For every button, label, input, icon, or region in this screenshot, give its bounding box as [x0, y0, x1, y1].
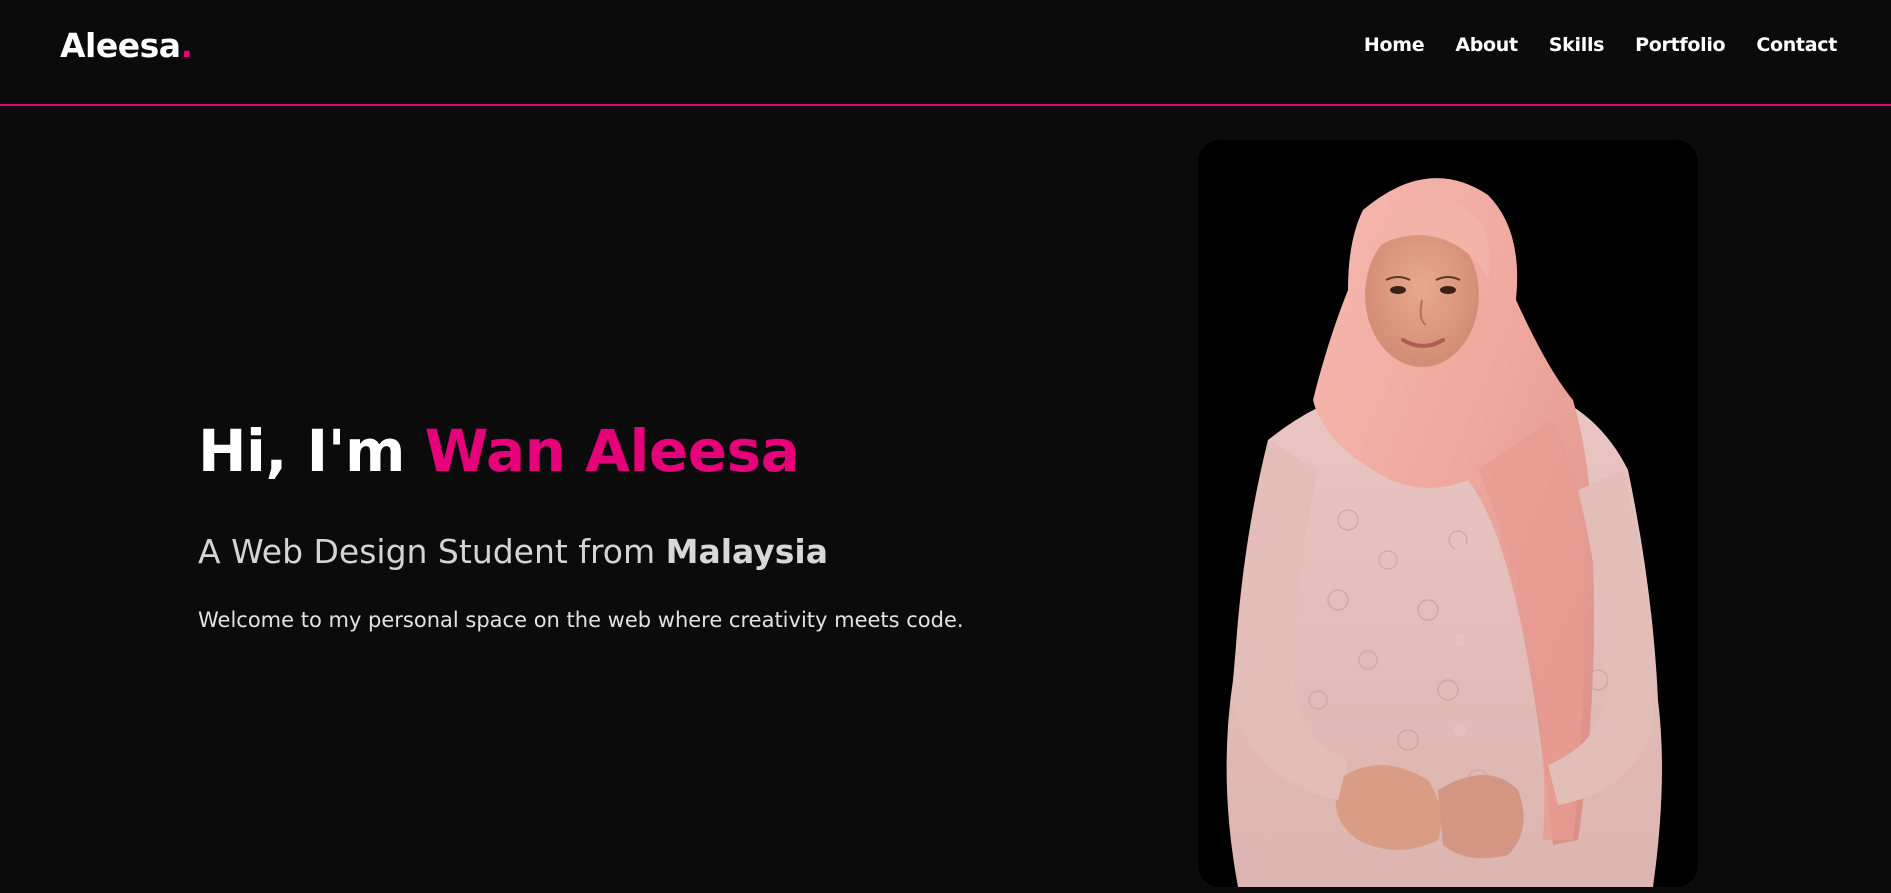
logo-text: Aleesa: [60, 26, 181, 65]
hero-name: Wan Aleesa: [424, 417, 800, 485]
nav-link-portfolio[interactable]: Portfolio: [1635, 34, 1725, 56]
nav-link-home[interactable]: Home: [1364, 34, 1425, 56]
hero-subtitle-prefix: A Web Design Student from: [198, 532, 666, 571]
navbar: Aleesa. Home About Skills Portfolio Cont…: [0, 0, 1891, 106]
hero-subtitle: A Web Design Student from Malaysia: [198, 532, 1098, 572]
site-logo[interactable]: Aleesa.: [60, 26, 193, 65]
hero-section: Hi, I'm Wan Aleesa A Web Design Student …: [198, 412, 1098, 634]
hero-subtitle-country: Malaysia: [665, 532, 829, 571]
profile-portrait-image: [1198, 140, 1698, 887]
logo-dot: .: [180, 26, 194, 65]
nav-menu: Home About Skills Portfolio Contact: [1364, 34, 1837, 56]
profile-photo: [1198, 140, 1698, 887]
nav-link-contact[interactable]: Contact: [1756, 34, 1837, 56]
hero-greeting: Hi, I'm: [198, 417, 425, 485]
hero-description: Welcome to my personal space on the web …: [198, 608, 964, 632]
nav-link-about[interactable]: About: [1455, 34, 1518, 56]
hero-title: Hi, I'm Wan Aleesa: [198, 412, 1098, 490]
nav-link-skills[interactable]: Skills: [1549, 34, 1605, 56]
